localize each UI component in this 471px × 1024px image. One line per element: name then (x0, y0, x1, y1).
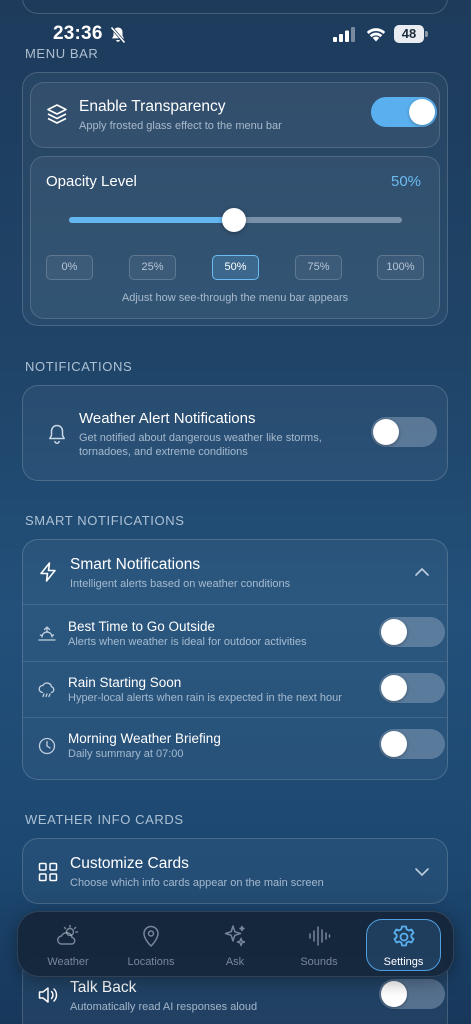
divider (23, 661, 447, 662)
talk-back-title: Talk Back (70, 979, 137, 996)
toggle-knob (373, 419, 399, 445)
weather-alert-title: Weather Alert Notifications (79, 410, 256, 427)
tab-label: Sounds (300, 956, 338, 968)
customize-cards-description: Choose which info cards appear on the ma… (70, 877, 324, 889)
toggle-knob (409, 99, 435, 125)
wifi-icon (365, 25, 387, 42)
smart-notifications-title: Smart Notifications (70, 556, 201, 573)
chevron-down-icon[interactable] (414, 866, 430, 878)
waveform-icon (306, 923, 332, 949)
tab-label: Settings (383, 956, 424, 968)
chevron-up-icon[interactable] (414, 566, 430, 578)
tab-label: Ask (225, 956, 245, 968)
morning-briefing-description: Daily summary at 07:00 (68, 748, 184, 760)
weather-alert-description-line1: Get notified about dangerous weather lik… (79, 432, 322, 444)
cellular-signal-icon (333, 27, 355, 42)
bell-icon (46, 423, 68, 445)
previous-card-edge (22, 0, 448, 14)
opacity-hint: Adjust how see-through the menu bar appe… (121, 292, 349, 304)
tab-sounds[interactable]: Sounds (279, 912, 359, 978)
preset-75[interactable]: 75% (295, 255, 342, 280)
weather-alert-description-line2: tornadoes, and extreme conditions (79, 446, 248, 458)
divider (23, 717, 447, 718)
toggle-knob (381, 981, 407, 1007)
section-title-smart-notifications: SMART NOTIFICATIONS (25, 513, 185, 528)
section-title-notifications: NOTIFICATIONS (25, 359, 133, 374)
opacity-value: 50% (391, 173, 422, 190)
weather-icon (55, 923, 81, 949)
lightning-icon (37, 561, 59, 583)
talk-back-description: Automatically read AI responses aloud (70, 1001, 258, 1013)
preset-100[interactable]: 100% (377, 255, 424, 280)
gear-icon (391, 924, 417, 950)
customize-cards-title: Customize Cards (70, 855, 189, 872)
tab-label: Locations (127, 956, 175, 968)
best-time-title: Best Time to Go Outside (68, 619, 216, 634)
battery-indicator: 48 (394, 25, 428, 43)
opacity-title: Opacity Level (46, 173, 137, 190)
tab-weather[interactable]: Weather (28, 912, 108, 978)
section-title-menu-bar: MENU BAR (25, 46, 99, 61)
sparkle-icon (222, 923, 248, 949)
preset-0[interactable]: 0% (46, 255, 93, 280)
smart-notifications-description: Intelligent alerts based on weather cond… (70, 578, 291, 590)
clock-icon (37, 736, 57, 756)
transparency-toggle[interactable] (371, 97, 437, 127)
toggle-knob (381, 675, 407, 701)
toggle-knob (381, 619, 407, 645)
rain-soon-title: Rain Starting Soon (68, 675, 182, 690)
opacity-slider-thumb[interactable] (222, 208, 246, 232)
tab-bar: Weather Locations Ask Sounds Settings (17, 911, 454, 977)
speaker-icon (37, 985, 59, 1005)
battery-tip (425, 31, 428, 37)
talk-back-toggle[interactable] (379, 979, 445, 1009)
divider (23, 604, 447, 605)
weather-alert-toggle[interactable] (371, 417, 437, 447)
toggle-knob (381, 731, 407, 757)
preset-50[interactable]: 50% (212, 255, 259, 280)
section-title-weather-info-cards: WEATHER INFO CARDS (25, 812, 184, 827)
rain-soon-toggle[interactable] (379, 673, 445, 703)
sunrise-icon (37, 624, 57, 644)
tab-ask[interactable]: Ask (195, 912, 275, 978)
battery-level: 48 (394, 25, 424, 43)
layers-icon (45, 102, 69, 126)
rain-cloud-icon (37, 680, 57, 700)
transparency-description: Apply frosted glass effect to the menu b… (79, 120, 282, 132)
tab-settings[interactable]: Settings (366, 919, 441, 971)
status-time: 23:36 (53, 23, 103, 44)
tab-locations[interactable]: Locations (111, 912, 191, 978)
morning-briefing-title: Morning Weather Briefing (68, 731, 221, 746)
grid-icon (37, 861, 59, 883)
best-time-description: Alerts when weather is ideal for outdoor… (68, 636, 307, 648)
opacity-slider-fill (69, 217, 234, 223)
morning-briefing-toggle[interactable] (379, 729, 445, 759)
transparency-title: Enable Transparency (79, 98, 226, 115)
rain-soon-description: Hyper-local alerts when rain is expected… (68, 692, 342, 704)
location-pin-icon (138, 923, 164, 949)
silent-mode-icon (110, 26, 126, 44)
preset-25[interactable]: 25% (129, 255, 176, 280)
tab-label: Weather (47, 956, 89, 968)
best-time-toggle[interactable] (379, 617, 445, 647)
